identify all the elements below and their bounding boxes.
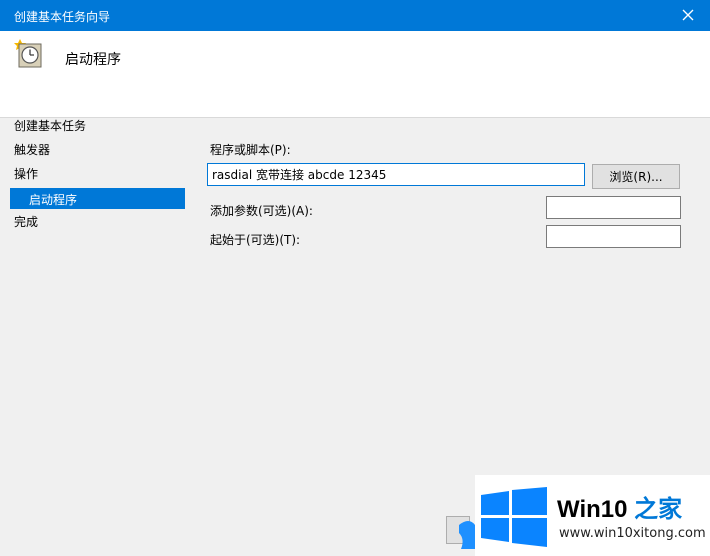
nav-item-trigger[interactable]: 触发器 (14, 141, 50, 158)
wizard-header: 启动程序 (0, 31, 710, 118)
program-label: 程序或脚本(P): (210, 143, 291, 157)
start-in-label: 起始于(可选)(T): (210, 233, 301, 247)
args-input[interactable] (547, 197, 680, 218)
watermark-brand: Win10 之家 (557, 489, 682, 524)
watermark-brand-cn: 之家 (634, 496, 683, 523)
start-in-input[interactable] (547, 226, 680, 247)
nav-item-finish[interactable]: 完成 (14, 213, 38, 230)
nav-item-action[interactable]: 操作 (14, 165, 38, 182)
start-in-field[interactable] (546, 225, 681, 248)
program-field[interactable] (207, 163, 585, 186)
nav-item-label: 启动程序 (29, 193, 78, 207)
close-icon[interactable] (678, 5, 698, 25)
nav-group-label: 创建基本任务 (14, 119, 87, 133)
args-field[interactable] (546, 196, 681, 219)
watermark-brand-en: Win10 (557, 496, 628, 523)
title-bar: 创建基本任务向导 (0, 0, 710, 31)
nav-item-start-program[interactable]: 启动程序 (10, 188, 185, 209)
watermark: Win10 之家 www.win10xitong.com (475, 475, 710, 556)
page-title: 启动程序 (65, 52, 121, 68)
args-label: 添加参数(可选)(A): (210, 204, 313, 218)
clock-icon (14, 37, 44, 69)
windows-logo-icon (481, 487, 547, 547)
bird-icon (455, 515, 475, 549)
watermark-url: www.win10xitong.com (559, 526, 706, 541)
program-input[interactable] (208, 164, 584, 185)
window-title: 创建基本任务向导 (14, 10, 111, 24)
browse-button[interactable]: 浏览(R)... (592, 164, 680, 189)
